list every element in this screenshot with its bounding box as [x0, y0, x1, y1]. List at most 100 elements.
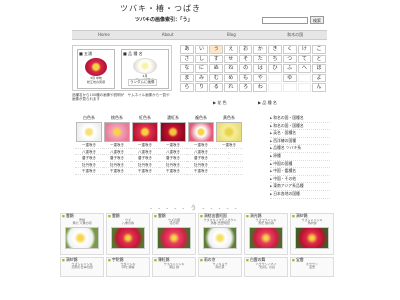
variety-card[interactable]: 薄紅錦ウスベニニシキ 薄紅 錦 [152, 257, 196, 277]
name-index-item[interactable]: 東南アジア系品種 [270, 183, 330, 191]
kana-link[interactable]: す [209, 54, 224, 63]
variety-card[interactable]: 渦紗錦ウズシャニシキ 渦紗錦 [290, 213, 334, 255]
kana-link[interactable]: お [238, 45, 253, 54]
variety-card[interactable]: 渦枕出雲阿国ウズマキイズモノオクニ 渦巻 出雲阿国 [198, 213, 242, 255]
kana-link[interactable]: め [224, 73, 238, 82]
variety-card[interactable]: 雲錦ウズ 八重の春 [106, 213, 150, 255]
variety-card[interactable]: 雨の京ウノキョウ 雨の京 [198, 257, 242, 277]
bloom-type-link[interactable]: 千重咲き [75, 168, 103, 175]
featured-photo-left[interactable]: ■ 五浦 3月 中旬 松江坊の見頃 [77, 49, 115, 89]
name-index-item[interactable]: 和名の国・国種名 [270, 115, 330, 123]
kana-link[interactable]: や [253, 73, 268, 82]
kana-link[interactable]: せ [224, 54, 238, 63]
bloom-type-link[interactable]: 千重咲き [103, 168, 131, 175]
flower-photo[interactable] [295, 226, 329, 249]
flower-photo[interactable] [157, 226, 191, 249]
name-index-item[interactable]: 品種名 ツバキ系 [270, 145, 330, 153]
kana-link[interactable]: わ [253, 83, 268, 92]
kana-link[interactable]: ね [224, 64, 238, 73]
kana-link[interactable]: ほ [312, 64, 326, 73]
kana-link[interactable]: ろ [238, 83, 253, 92]
kana-link[interactable]: と [312, 54, 326, 63]
variety-card[interactable]: 宇陀錦ウダニシキ 宇陀 錦椿 [106, 257, 150, 277]
random-image-button[interactable]: ランダムに画像 [128, 79, 157, 86]
kana-link[interactable]: れ [224, 83, 238, 92]
kana-link[interactable]: ち [268, 54, 282, 63]
variety-card[interactable]: 宝雲ホウウン 宝雲 [290, 257, 334, 277]
variety-card[interactable]: 雲錦ウズの国 花の頃 [152, 213, 196, 255]
bloom-type-link[interactable]: 千重咲き [131, 168, 159, 175]
kana-link[interactable]: み [194, 73, 209, 82]
nav-item-blog[interactable]: Blog [200, 31, 264, 39]
color-header[interactable]: 黄色系 [215, 115, 243, 122]
variety-card[interactable]: 白雲の舞ハクウンノマイ 「牡丹」の白 [244, 257, 288, 277]
name-index-item[interactable]: 中国・その他 [270, 176, 330, 184]
kana-link[interactable]: む [209, 73, 224, 82]
color-header[interactable]: 桃色系 [103, 115, 131, 122]
kana-link[interactable]: り [194, 83, 209, 92]
kana-link[interactable]: ふ [282, 64, 297, 73]
kana-link[interactable]: る [209, 83, 224, 92]
kana-link[interactable]: よ [312, 73, 326, 82]
kana-link[interactable]: さ [180, 54, 194, 63]
name-index-item[interactable]: 和名の国・国種名 [270, 123, 330, 131]
kana-link[interactable]: あ [180, 45, 194, 54]
kana-link[interactable]: に [194, 64, 209, 73]
nav-item-wood[interactable]: 和木の国 [263, 31, 327, 39]
site-title[interactable]: ツバキ・椿・つばき [120, 3, 201, 14]
kana-link[interactable]: く [282, 45, 297, 54]
name-index-item[interactable]: 中国の国種 [270, 161, 330, 169]
color-header[interactable]: 紅色系 [131, 115, 159, 122]
bloom-type-link[interactable]: 千重咲き [159, 168, 187, 175]
kana-link[interactable]: か [253, 45, 268, 54]
flower-photo[interactable] [132, 122, 158, 142]
kana-link[interactable]: の [238, 64, 253, 73]
nav-item-home[interactable]: Home [72, 31, 136, 39]
kana-link[interactable]: ま [180, 73, 194, 82]
search-input[interactable] [262, 17, 308, 24]
variety-card[interactable]: 雲錦雲錦 黄の 八重の頃 [60, 213, 104, 255]
kana-link[interactable]: な [180, 64, 194, 73]
flower-photo[interactable] [188, 122, 214, 142]
variety-card[interactable]: 渦光錦ウズコウニシキ 渦光 錦の春 [244, 213, 288, 255]
color-header[interactable]: 複色系 [187, 115, 215, 122]
name-index-item[interactable]: 中国・鑑種名 [270, 168, 330, 176]
kana-link[interactable]: ん [312, 83, 326, 92]
flower-photo[interactable] [104, 122, 130, 142]
kana-link[interactable]: は [253, 64, 268, 73]
kana-link[interactable]: も [238, 73, 253, 82]
kana-link[interactable]: う [209, 45, 224, 54]
kana-link[interactable]: し [194, 54, 209, 63]
kana-link[interactable]: ひ [268, 64, 282, 73]
flower-photo[interactable] [216, 122, 242, 142]
search-button[interactable]: 検索 [310, 16, 324, 24]
kana-link[interactable]: て [297, 54, 312, 63]
kana-link[interactable]: た [253, 54, 268, 63]
kana-link[interactable]: つ [282, 54, 297, 63]
flower-photo[interactable] [160, 122, 186, 142]
flower-photo[interactable] [249, 226, 283, 249]
flower-photo[interactable] [65, 226, 99, 249]
name-index-item[interactable]: 西洋椿の国種 [270, 138, 330, 146]
flower-photo[interactable] [76, 122, 102, 142]
kana-link[interactable]: そ [238, 54, 253, 63]
name-index-item[interactable]: 原種 [270, 153, 330, 161]
variety-card[interactable]: 渦紗錦ウズシャニシキ 天際の日本の国 [60, 257, 104, 277]
kana-link[interactable]: ゆ [282, 73, 297, 82]
flower-photo[interactable] [111, 226, 145, 249]
kana-link[interactable]: ぬ [209, 64, 224, 73]
kana-link[interactable]: き [268, 45, 282, 54]
name-index-item[interactable]: 日本各地の国種 [270, 191, 330, 199]
kana-link[interactable]: ら [180, 83, 194, 92]
kana-link[interactable]: え [224, 45, 238, 54]
name-index-item[interactable]: 英名・国種名 [270, 130, 330, 138]
kana-link[interactable]: け [297, 45, 312, 54]
nav-item-about[interactable]: About [136, 31, 200, 39]
color-header[interactable]: 濃紅系 [159, 115, 187, 122]
kana-link[interactable]: こ [312, 45, 326, 54]
flower-photo[interactable] [203, 226, 237, 249]
kana-link[interactable]: い [194, 45, 209, 54]
bloom-type-link[interactable]: 千重咲き [187, 168, 215, 175]
color-header[interactable]: 白色系 [75, 115, 103, 122]
kana-link[interactable]: へ [297, 64, 312, 73]
